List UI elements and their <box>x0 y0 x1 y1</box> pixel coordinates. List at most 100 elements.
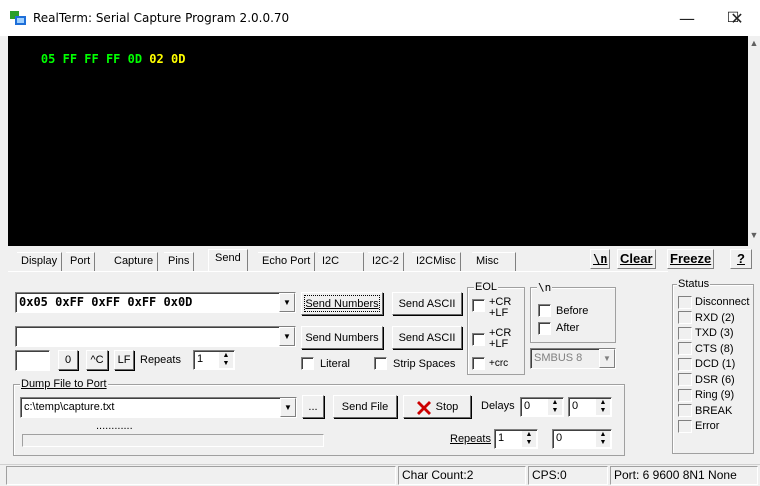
literal-checkbox[interactable] <box>301 357 314 370</box>
tab-misc[interactable]: Misc <box>472 252 516 271</box>
eol2-lf-label: +LF <box>489 338 509 350</box>
send-ascii-label: Send ASCII <box>398 297 456 310</box>
ascii-char-input[interactable] <box>15 350 50 371</box>
terminal-scrollbar[interactable] <box>748 36 760 246</box>
status-row: DCD (1) <box>678 357 735 371</box>
strip-spaces-checkbox[interactable] <box>374 357 387 370</box>
status-led-icon <box>678 373 692 386</box>
dump-repeats-label: Repeats <box>450 433 491 445</box>
tab-send[interactable]: Send <box>208 249 248 271</box>
send-numbers-button-1[interactable]: Send Numbers <box>301 292 383 315</box>
send-numbers-button-2[interactable]: Send Numbers <box>301 326 383 349</box>
status-led-icon <box>678 342 692 355</box>
send-numbers-label: Send Numbers <box>305 297 379 310</box>
after-checkbox[interactable] <box>538 322 551 335</box>
status-led-icon <box>678 326 692 340</box>
newline-button[interactable]: \n <box>590 249 611 269</box>
status-row: Disconnect <box>678 295 749 309</box>
send-zero-button[interactable]: 0 <box>58 350 78 370</box>
status-label: RXD (2) <box>695 311 735 324</box>
eol1-cr-checkbox[interactable] <box>472 299 485 312</box>
status-led-icon <box>678 311 692 324</box>
delay1-spinner[interactable]: 0 ▲ ▼ <box>520 397 564 417</box>
send-numbers-label: Send Numbers <box>305 331 379 344</box>
tab-display[interactable]: Display <box>17 252 63 271</box>
status-label: DSR (6) <box>695 373 735 386</box>
terminal-token: 05 <box>40 52 63 66</box>
terminal-display[interactable]: 05 FF FF FF 0D 02 0D <box>8 36 748 246</box>
progress-dots: ............ <box>96 420 133 432</box>
tab-pins[interactable]: Pins <box>164 252 195 271</box>
spinner-arrows-icon[interactable]: ▲ ▼ <box>219 352 233 368</box>
delays-label: Delays <box>481 400 515 412</box>
smbus-value: SMBUS 8 <box>534 352 583 364</box>
tab-port[interactable]: Port <box>66 252 96 271</box>
minimize-button[interactable]: — <box>664 0 710 36</box>
tab-i2cmisc[interactable]: I2CMisc <box>412 252 461 271</box>
send-line1-combo[interactable]: 0x05 0xFF 0xFF 0xFF 0x0D ▼ <box>15 292 296 313</box>
freeze-button[interactable]: Freeze <box>667 249 715 269</box>
status-row: CTS (8) <box>678 342 734 356</box>
delay2-spinner[interactable]: 0 ▲ ▼ <box>568 397 612 417</box>
strip-spaces-label: Strip Spaces <box>393 358 456 370</box>
chevron-down-icon[interactable]: ▼ <box>279 293 295 312</box>
chevron-down-icon[interactable]: ▼ <box>279 327 295 346</box>
send-file-button[interactable]: Send File <box>333 395 397 418</box>
dump-file-combo[interactable]: c:\temp\capture.txt ▼ <box>20 397 297 418</box>
char-count: Char Count:2 <box>398 466 526 485</box>
repeats-label: Repeats <box>140 354 181 366</box>
dump-repeats2-value: 0 <box>556 432 563 444</box>
chevron-down-icon[interactable]: ▼ <box>280 398 296 417</box>
tab-i2c-2[interactable]: I2C-2 <box>368 252 404 271</box>
send-file-label: Send File <box>341 400 389 413</box>
chevron-down-icon[interactable]: ▼ <box>599 349 615 368</box>
dump-repeats1-value: 1 <box>498 432 505 444</box>
eol2-crc-checkbox[interactable] <box>472 357 485 370</box>
status-label: BREAK <box>695 404 733 417</box>
status-label: Ring (9) <box>695 389 735 401</box>
eol2-cr-checkbox[interactable] <box>472 333 485 346</box>
clear-button[interactable]: Clear <box>617 249 656 269</box>
before-label: Before <box>556 305 589 317</box>
status-label: DCD (1) <box>695 358 736 370</box>
cps-count: CPS:0 <box>528 466 608 485</box>
eol2-crc-label: +crc <box>489 358 509 369</box>
dump-repeats2-spinner[interactable]: 0 ▲ ▼ <box>552 429 612 449</box>
tab-i2c[interactable]: I2C <box>318 252 365 271</box>
close-button[interactable]: ✕ <box>714 0 760 36</box>
help-button[interactable]: ? <box>730 249 752 269</box>
repeats-spinner[interactable]: 1 ▲ ▼ <box>193 350 235 370</box>
status-led-icon <box>678 388 692 402</box>
stop-x-icon <box>416 400 431 415</box>
status-row: TXD (3) <box>678 326 734 340</box>
send-ascii-label: Send ASCII <box>398 331 456 344</box>
dump-file-title: Dump File to Port <box>20 378 108 390</box>
tab-echo-port[interactable]: Echo Port <box>258 252 316 271</box>
stop-button[interactable]: Stop <box>403 395 471 418</box>
dump-repeats1-spinner[interactable]: 1 ▲ ▼ <box>494 429 538 449</box>
send-ascii-button-1[interactable]: Send ASCII <box>392 292 462 315</box>
newline-group-title: \n <box>537 281 553 294</box>
port-info: Port: 6 9600 8N1 None <box>610 466 758 485</box>
spinner-arrows-icon[interactable]: ▲ ▼ <box>522 431 536 447</box>
smbus-combo[interactable]: SMBUS 8 ▼ <box>530 348 616 369</box>
eol-group-title: EOL <box>474 281 499 293</box>
lf-label: LF <box>117 354 131 366</box>
status-label: TXD (3) <box>695 327 734 339</box>
browse-button[interactable]: ... <box>302 395 324 418</box>
spinner-arrows-icon[interactable]: ▲ ▼ <box>596 431 610 447</box>
scroll-down-icon[interactable]: ▼ <box>748 230 760 242</box>
delay1-value: 0 <box>524 400 531 412</box>
spinner-arrows-icon[interactable]: ▲ ▼ <box>596 399 610 415</box>
send-ctrl-c-button[interactable]: ^C <box>86 350 108 370</box>
send-lf-button[interactable]: LF <box>114 350 134 370</box>
send-ascii-button-2[interactable]: Send ASCII <box>392 326 462 349</box>
tab-capture[interactable]: Capture <box>110 252 159 271</box>
send-line2-combo[interactable]: ▼ <box>15 326 296 347</box>
spinner-arrows-icon[interactable]: ▲ ▼ <box>548 399 562 415</box>
scroll-up-icon[interactable]: ▲ <box>748 38 760 50</box>
after-label: After <box>556 322 580 334</box>
before-checkbox[interactable] <box>538 304 551 317</box>
terminal-token: 02 0D <box>149 52 186 66</box>
browse-label: ... <box>308 400 318 413</box>
